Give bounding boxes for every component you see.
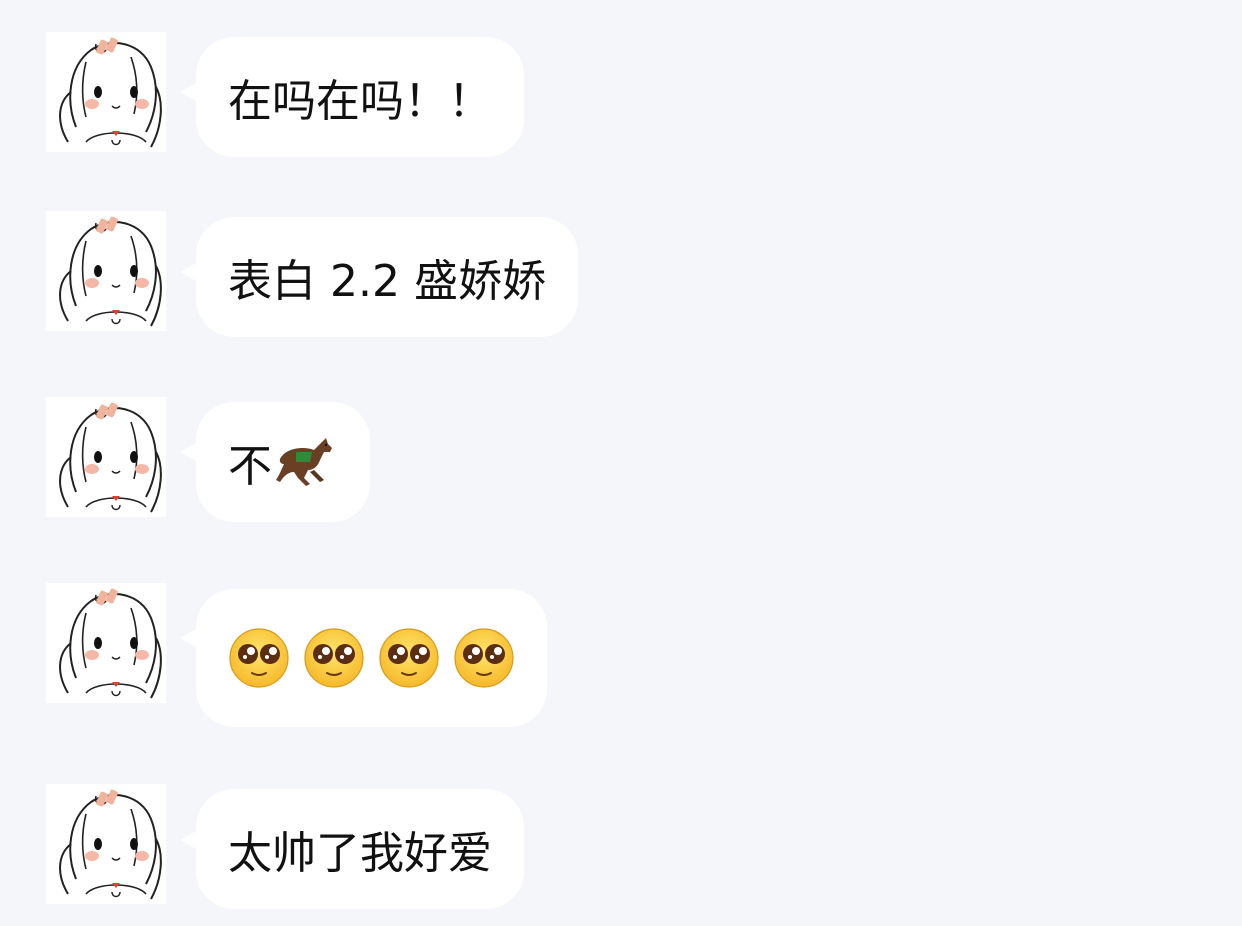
girl-avatar-icon: [46, 211, 166, 331]
avatar[interactable]: [46, 397, 166, 517]
girl-avatar-icon: [46, 784, 166, 904]
message-bubble[interactable]: 在吗在吗！！: [196, 37, 524, 157]
horse-racing-icon: [274, 434, 338, 490]
pleading-face-icon: [303, 627, 365, 689]
avatar[interactable]: [46, 784, 166, 904]
message-text: 不: [228, 441, 272, 492]
pleading-face-icon: [453, 627, 515, 689]
girl-avatar-icon: [46, 32, 166, 152]
message-text: 在吗在吗！！: [228, 76, 492, 127]
avatar[interactable]: [46, 583, 166, 703]
message-bubble[interactable]: 表白 2.2 盛娇娇: [196, 217, 578, 337]
avatar[interactable]: [46, 211, 166, 331]
chat-message-list: 在吗在吗！！ 表白 2.2 盛娇娇 不 太帅了我好爱: [0, 0, 1242, 926]
message-bubble[interactable]: 太帅了我好爱: [196, 789, 524, 909]
girl-avatar-icon: [46, 397, 166, 517]
message-text: 表白 2.2 盛娇娇: [228, 256, 546, 307]
message-bubble[interactable]: [196, 589, 547, 727]
message-bubble[interactable]: 不: [196, 402, 370, 522]
girl-avatar-icon: [46, 583, 166, 703]
pleading-face-icon: [228, 627, 290, 689]
avatar[interactable]: [46, 32, 166, 152]
message-text: 太帅了我好爱: [228, 828, 492, 879]
pleading-face-icon: [378, 627, 440, 689]
